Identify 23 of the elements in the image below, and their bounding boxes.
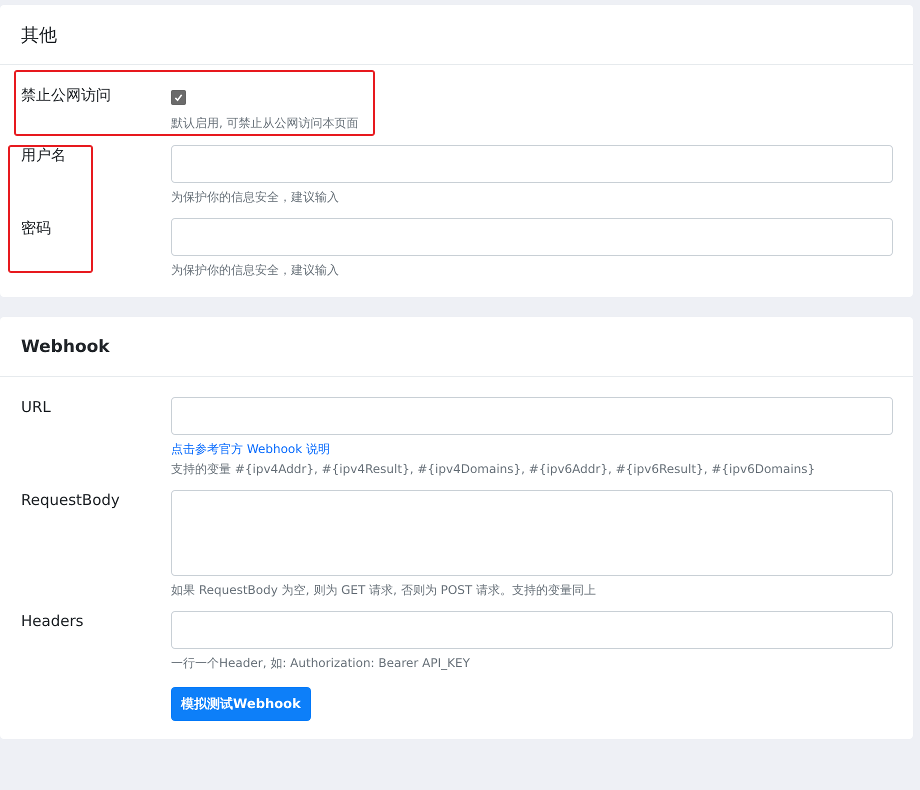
field-label: 用户名	[21, 145, 66, 164]
field-label: 密码	[21, 218, 51, 237]
field-label: 禁止公网访问	[21, 85, 111, 104]
text-area[interactable]	[171, 611, 893, 649]
help-text: 默认启用, 可禁止从公网访问本页面	[171, 115, 359, 132]
check-icon	[174, 93, 183, 102]
help-text: 为保护你的信息安全，建议输入	[171, 262, 340, 279]
field-label: RequestBody	[21, 490, 120, 509]
input-field[interactable]	[171, 397, 893, 435]
help-text: 为保护你的信息安全，建议输入	[171, 189, 340, 206]
field-label: Headers	[21, 611, 84, 630]
card-title: 其他	[21, 24, 57, 46]
help-text: 支持的变量 #{ipv4Addr}, #{ipv4Result}, #{ipv4Domains}, #{ipv6Addr}, #{ipv6Result}, #{ipv6Domains}	[171, 461, 816, 478]
checkbox[interactable]	[171, 90, 186, 105]
help-text: 一行一个Header, 如: Authorization: Bearer API_KEY	[171, 655, 471, 672]
text-area[interactable]	[171, 490, 893, 576]
docs-link[interactable]: 点击参考官方 Webhook 说明	[171, 441, 893, 458]
card-title: Webhook	[21, 336, 110, 356]
field-label: URL	[21, 397, 51, 416]
input-field[interactable]	[171, 145, 893, 183]
input-field[interactable]	[171, 218, 893, 256]
help-text: 如果 RequestBody 为空, 则为 GET 请求, 否则为 POST 请求。支持的变量同上	[171, 582, 598, 599]
test-webhook-button[interactable]: 模拟测试Webhook	[171, 687, 311, 721]
